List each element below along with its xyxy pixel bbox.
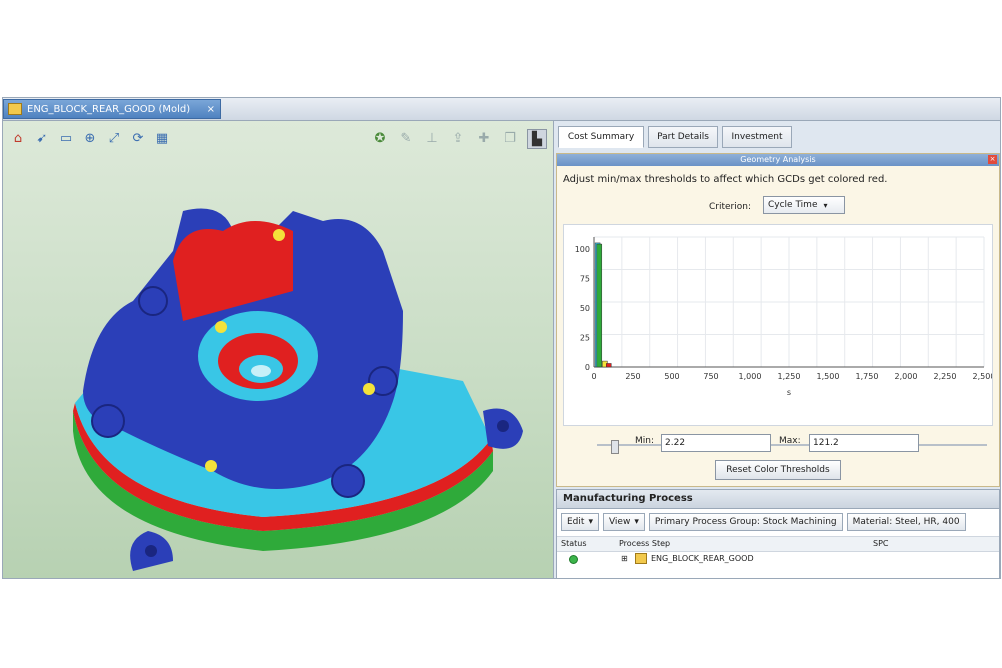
3d-part-model[interactable] [63, 171, 543, 571]
geometry-description: Adjust min/max thresholds to affect whic… [563, 174, 888, 185]
copy-icon[interactable]: ❐ [501, 129, 519, 147]
fit-icon[interactable]: ⤢ [105, 129, 123, 147]
criterion-select[interactable]: Cycle Time ▾ [763, 196, 845, 214]
panel-tab-bar: Cost Summary Part Details Investment [554, 121, 1000, 151]
x-tick-label: 1,000 [739, 372, 762, 381]
measure-icon[interactable]: ⊥ [423, 129, 441, 147]
right-panel: Cost Summary Part Details Investment Geo… [554, 121, 1000, 578]
x-tick-label: 1,250 [778, 372, 801, 381]
y-tick-label: 50 [580, 304, 590, 313]
x-tick-label: 1,750 [856, 372, 879, 381]
settings-icon[interactable]: ✪ [371, 129, 389, 147]
min-label: Min: [635, 436, 655, 446]
view-icon[interactable]: ▦ [153, 129, 171, 147]
tab-part-details[interactable]: Part Details [648, 126, 718, 148]
zoom-icon[interactable]: ⊕ [81, 129, 99, 147]
document-tab[interactable]: ENG_BLOCK_REAR_GOOD (Mold) × [3, 99, 221, 119]
edit-button[interactable]: Edit ▾ [561, 513, 599, 531]
upload-icon[interactable]: ⇪ [449, 129, 467, 147]
y-tick-label: 25 [580, 333, 590, 342]
manufacturing-toolbar: Edit ▾ View ▾ Primary Process Group: Stock… [557, 512, 999, 532]
close-icon[interactable]: × [207, 104, 215, 115]
x-axis-label: s [787, 388, 791, 397]
view-label: View [608, 517, 631, 527]
select-icon[interactable]: ➹ [33, 129, 51, 147]
document-tab-bar: ENG_BLOCK_REAR_GOOD (Mold) × [3, 98, 1000, 121]
histogram-svg: 0 25 50 75 100 0 250 500 750 1,000 1,250 1,500 1,750… [575, 236, 995, 397]
geometry-analysis-title: Geometry Analysis × [557, 154, 999, 166]
status-ok-icon [569, 555, 578, 564]
status-column-header[interactable]: Status [561, 539, 587, 548]
chevron-down-icon: ▾ [634, 517, 639, 527]
tab-investment[interactable]: Investment [722, 126, 792, 148]
geometry-analysis-panel: Geometry Analysis × Adjust min/max thres… [556, 153, 1000, 487]
close-icon[interactable]: × [988, 155, 997, 164]
x-tick-label: 500 [664, 372, 679, 381]
home-icon[interactable]: ⌂ [9, 129, 27, 147]
x-tick-label: 750 [703, 372, 718, 381]
document-icon [8, 103, 22, 115]
material-button[interactable]: Material: Steel, HR, 400 [846, 513, 966, 531]
application-window: ENG_BLOCK_REAR_GOOD (Mold) × ⌂ ➹ ▭ ⊕ ⤢ ⟳… [2, 97, 1001, 579]
document-tab-title: ENG_BLOCK_REAR_GOOD (Mold) [27, 103, 191, 115]
chevron-down-icon: ▾ [823, 200, 828, 210]
slider-thumb[interactable] [611, 440, 619, 454]
3d-viewport[interactable]: ⌂ ➹ ▭ ⊕ ⤢ ⟳ ▦ ✪ ✎ ⊥ ⇪ ✚ ❐ ▙ [3, 121, 554, 578]
criterion-label: Criterion: [709, 202, 751, 212]
histogram-chart: 0 25 50 75 100 0 250 500 750 1,000 1,250 1,500 1,750… [563, 224, 995, 426]
tab-cost-summary[interactable]: Cost Summary [558, 126, 644, 148]
x-tick-label: 2,000 [895, 372, 918, 381]
pencil-icon[interactable]: ✎ [397, 129, 415, 147]
manufacturing-title: Manufacturing Process [557, 490, 999, 509]
edit-label: Edit [567, 517, 585, 527]
viewport-toolbar: ⌂ ➹ ▭ ⊕ ⤢ ⟳ ▦ ✪ ✎ ⊥ ⇪ ✚ ❐ ▙ [3, 121, 553, 155]
process-step-column-header[interactable]: Process Step [619, 539, 670, 548]
part-icon [635, 553, 647, 564]
spc-column-header[interactable]: SPC [873, 539, 889, 548]
reset-color-thresholds-button[interactable]: Reset Color Thresholds [715, 460, 841, 480]
y-tick-label: 100 [575, 245, 590, 254]
table-row[interactable]: ⊞ ENG_BLOCK_REAR_GOOD [557, 552, 999, 566]
manufacturing-process-panel: Manufacturing Process Edit ▾ View ▾ Primar… [556, 489, 1000, 578]
y-tick-label: 75 [580, 274, 590, 283]
x-tick-label: 2,250 [934, 372, 957, 381]
process-step-name: ENG_BLOCK_REAR_GOOD [651, 554, 754, 563]
plus-icon[interactable]: ✚ [475, 129, 493, 147]
view-button[interactable]: View ▾ [602, 513, 645, 531]
open-icon[interactable]: ▭ [57, 129, 75, 147]
expand-icon[interactable]: ⊞ [621, 554, 628, 563]
x-tick-label: 0 [591, 372, 596, 381]
refresh-icon[interactable]: ⟳ [129, 129, 147, 147]
chevron-down-icon: ▾ [588, 517, 593, 527]
max-label: Max: [779, 436, 801, 446]
geometry-analysis-title-text: Geometry Analysis [740, 155, 816, 164]
process-table-header: Status Process Step SPC [557, 536, 999, 552]
y-tick-label: 0 [585, 363, 590, 372]
histogram-bar [596, 243, 603, 368]
max-input[interactable]: 121.2 [809, 434, 919, 452]
min-input[interactable]: 2.22 [661, 434, 771, 452]
x-tick-label: 250 [625, 372, 640, 381]
histogram-bar [606, 363, 612, 368]
x-tick-label: 2,500 [973, 372, 992, 381]
x-tick-label: 1,500 [817, 372, 840, 381]
chart-icon[interactable]: ▙ [527, 129, 547, 149]
criterion-value: Cycle Time [768, 200, 818, 210]
process-group-button[interactable]: Primary Process Group: Stock Machining [648, 513, 843, 531]
